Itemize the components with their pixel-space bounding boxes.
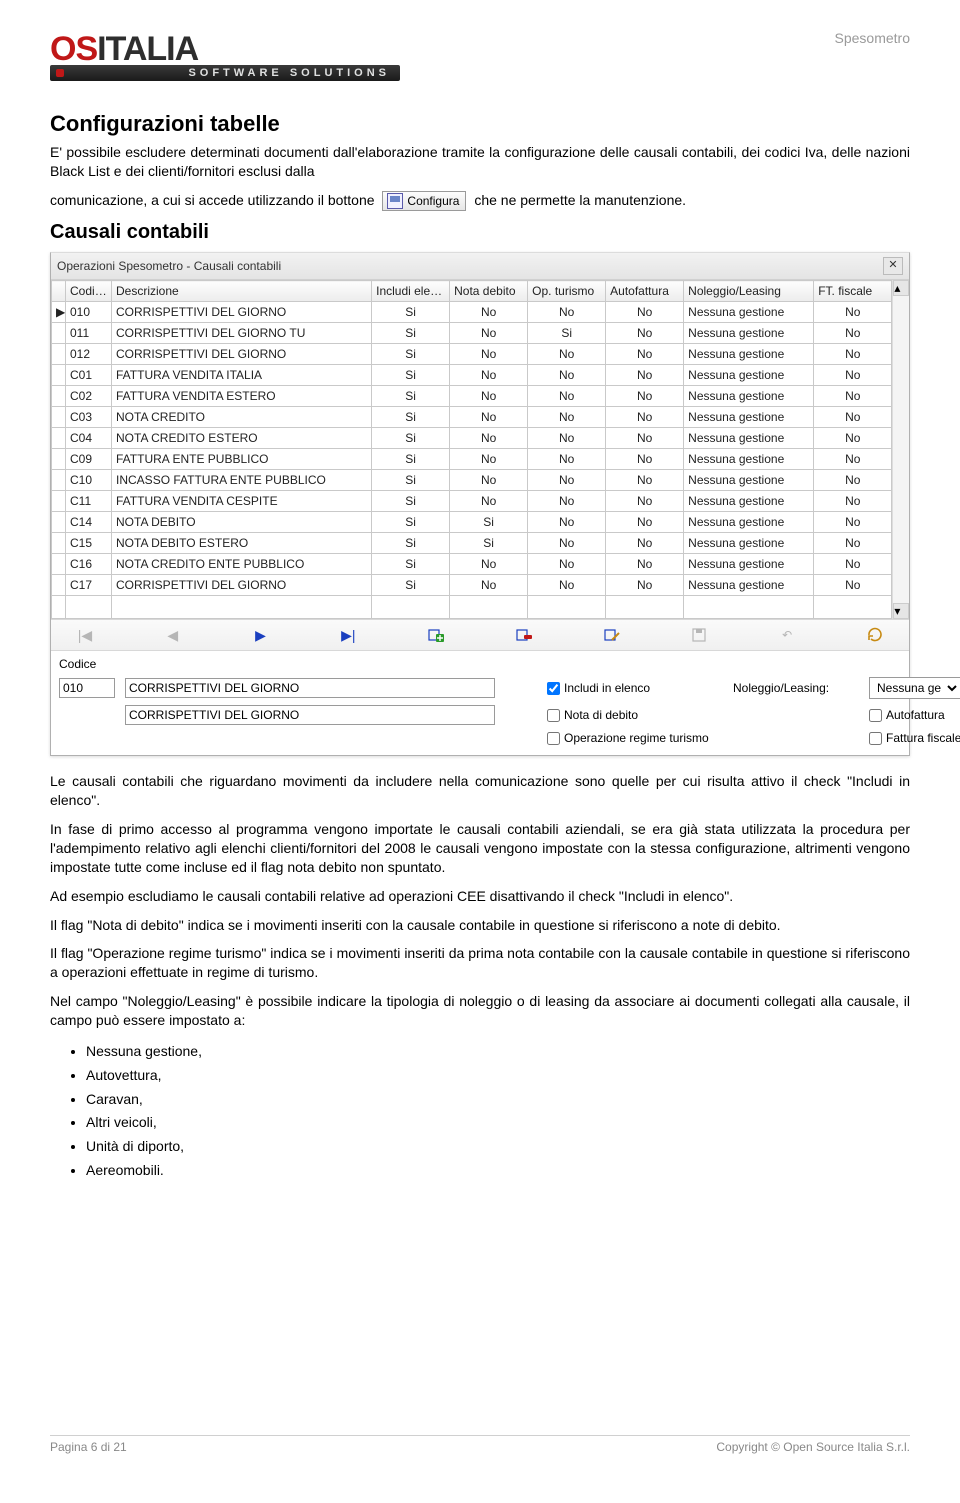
intro-post: che ne permette la manutenzione. — [474, 192, 686, 208]
list-item: Unità di diporto, — [86, 1135, 910, 1159]
includi-label: Includi in elenco — [564, 681, 650, 695]
list-item: Nessuna gestione, — [86, 1040, 910, 1064]
config-button-label: Configura — [407, 193, 459, 209]
list-item: Caravan, — [86, 1088, 910, 1112]
table-row[interactable]: C09FATTURA ENTE PUBBLICOSiNoNoNoNessuna … — [52, 449, 892, 470]
causali-window: Operazioni Spesometro - Causali contabil… — [50, 252, 910, 756]
nav-last-icon[interactable]: ▶| — [334, 626, 362, 644]
list-item: Altri veicoli, — [86, 1111, 910, 1135]
table-row[interactable]: C01FATTURA VENDITA ITALIASiNoNoNoNessuna… — [52, 365, 892, 386]
doc-header-right: Spesometro — [835, 30, 910, 46]
list-item: Aereomobili. — [86, 1159, 910, 1183]
col-header: Noleggio/Leasing — [684, 281, 814, 302]
noleggio-label: Noleggio/Leasing: — [733, 681, 863, 695]
para-6: Nel campo "Noleggio/Leasing" è possibile… — [50, 992, 910, 1030]
table-row[interactable]: C17CORRISPETTIVI DEL GIORNOSiNoNoNoNessu… — [52, 575, 892, 596]
table-row[interactable]: C11FATTURA VENDITA CESPITESiNoNoNoNessun… — [52, 491, 892, 512]
intro-pre: comunicazione, a cui si accede utilizzan… — [50, 192, 378, 208]
para-4: Il flag "Nota di debito" indica se i mov… — [50, 916, 910, 935]
table-row[interactable]: C02FATTURA VENDITA ESTEROSiNoNoNoNessuna… — [52, 386, 892, 407]
nav-prev-icon[interactable]: ◀ — [159, 626, 187, 644]
col-header: Includi elenco — [372, 281, 450, 302]
footer-copyright: Copyright © Open Source Italia S.r.l. — [716, 1440, 910, 1454]
col-header — [52, 281, 66, 302]
nav-save-icon[interactable] — [685, 626, 713, 644]
fiscale-label: Fattura fiscale — [886, 731, 960, 745]
close-icon[interactable]: ✕ — [883, 257, 903, 275]
codice-input[interactable] — [59, 678, 115, 698]
autofattura-label: Autofattura — [886, 708, 945, 722]
label-codice: Codice — [59, 657, 119, 671]
nav-add-icon[interactable] — [422, 626, 450, 644]
table-row[interactable]: C10INCASSO FATTURA ENTE PUBBLICOSiNoNoNo… — [52, 470, 892, 491]
turismo-checkbox[interactable] — [547, 732, 560, 745]
table-row[interactable]: 012CORRISPETTIVI DEL GIORNOSiNoNoNoNessu… — [52, 344, 892, 365]
table-row[interactable]: 011CORRISPETTIVI DEL GIORNO TUSiNoSiNoNe… — [52, 323, 892, 344]
footer-page: Pagina 6 di 21 — [50, 1440, 127, 1454]
table-row[interactable]: C03NOTA CREDITOSiNoNoNoNessuna gestioneN… — [52, 407, 892, 428]
col-header: FT. fiscale — [814, 281, 892, 302]
table-row[interactable]: C14NOTA DEBITOSiSiNoNoNessuna gestioneNo — [52, 512, 892, 533]
nav-edit-icon[interactable] — [598, 626, 626, 644]
para-3: Ad esempio escludiamo le causali contabi… — [50, 887, 910, 906]
table-row[interactable]: ▶010CORRISPETTIVI DEL GIORNOSiNoNoNoNess… — [52, 302, 892, 323]
turismo-label: Operazione regime turismo — [564, 731, 709, 745]
nota-checkbox[interactable] — [547, 709, 560, 722]
nota-label: Nota di debito — [564, 708, 638, 722]
para-5: Il flag "Operazione regime turismo" indi… — [50, 944, 910, 982]
table-row[interactable]: C16NOTA CREDITO ENTE PUBBLICOSiNoNoNoNes… — [52, 554, 892, 575]
col-header: Descrizione — [112, 281, 372, 302]
col-header: Nota debito — [450, 281, 528, 302]
nav-next-icon[interactable]: ▶ — [247, 626, 275, 644]
list-item: Autovettura, — [86, 1064, 910, 1088]
record-nav-toolbar: |◀ ◀ ▶ ▶| ↶ — [51, 619, 909, 651]
col-header: Autofattura — [606, 281, 684, 302]
intro-paragraph-1: E' possibile escludere determinati docum… — [50, 143, 910, 181]
includi-checkbox[interactable] — [547, 682, 560, 695]
noleggio-options-list: Nessuna gestione,Autovettura,Caravan,Alt… — [86, 1040, 910, 1183]
col-header: Codice — [66, 281, 112, 302]
table-row[interactable]: C15NOTA DEBITO ESTEROSiSiNoNoNessuna ges… — [52, 533, 892, 554]
logo: OSITALIA SOFTWARE SOLUTIONS — [50, 30, 400, 81]
noleggio-select[interactable]: Nessuna gestione — [869, 677, 960, 699]
nav-undo-icon[interactable]: ↶ — [773, 626, 801, 644]
table-row[interactable]: C04NOTA CREDITO ESTEROSiNoNoNoNessuna ge… — [52, 428, 892, 449]
para-1: Le causali contabili che riguardano movi… — [50, 772, 910, 810]
config-button[interactable]: Configura — [382, 191, 466, 211]
scroll-up-icon[interactable]: ▴ — [893, 280, 909, 296]
config-icon — [387, 193, 403, 209]
subsection-title: Causali contabili — [50, 221, 910, 244]
autofattura-checkbox[interactable] — [869, 709, 882, 722]
descrizione-input-1[interactable] — [125, 678, 495, 698]
logo-text-b: ITALIA — [97, 30, 198, 68]
scrollbar[interactable]: ▴ ▾ — [892, 280, 909, 619]
window-title: Operazioni Spesometro - Causali contabil… — [57, 259, 281, 273]
nav-refresh-icon[interactable] — [861, 626, 889, 644]
nav-delete-icon[interactable] — [510, 626, 538, 644]
descrizione-input-2[interactable] — [125, 705, 495, 725]
fiscale-checkbox[interactable] — [869, 732, 882, 745]
scroll-down-icon[interactable]: ▾ — [893, 603, 909, 619]
detail-form: Codice Includi in elenco Noleggio/Leasin… — [51, 651, 909, 755]
para-2: In fase di primo accesso al programma ve… — [50, 820, 910, 877]
nav-first-icon[interactable]: |◀ — [71, 626, 99, 644]
logo-subtitle: SOFTWARE SOLUTIONS — [50, 65, 400, 81]
intro-paragraph-2: comunicazione, a cui si accede utilizzan… — [50, 191, 910, 211]
section-title: Configurazioni tabelle — [50, 111, 910, 137]
col-header: Op. turismo — [528, 281, 606, 302]
logo-text-a: OS — [50, 30, 97, 68]
causali-table: CodiceDescrizioneIncludi elencoNota debi… — [51, 280, 892, 619]
